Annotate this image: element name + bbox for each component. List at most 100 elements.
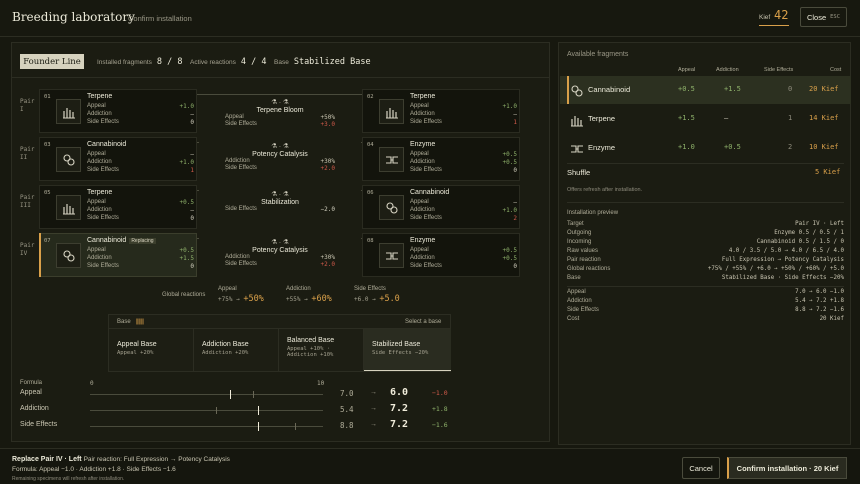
reaction-symbols-icon: ⚗ · ⚗: [271, 143, 289, 150]
global-addiction: Addiction +55% → +60%: [286, 286, 332, 304]
esc-key-hint: ESC: [830, 14, 841, 20]
fragment-slot[interactable]: 04 Enzyme Appeal +0.5 Addiction +0.5 Side …: [362, 137, 520, 181]
cannabinoid-icon: [570, 84, 583, 97]
divider: [567, 202, 844, 203]
global-side-effects: Side Effects +6.0 → +5.0: [354, 286, 400, 304]
fragment-slot[interactable]: 08 Enzyme Appeal +0.5 Addiction +0.5 Side …: [362, 233, 520, 277]
fragment-offer[interactable]: Enzyme +1.0 +0.5 2 10 Kief: [560, 134, 851, 162]
fragment-slot[interactable]: 02 Terpene Appeal +1.0 Addiction – Side Ef…: [362, 89, 520, 133]
fragment-slot[interactable]: 03 Cannabinoid Appeal – Addiction +1.0 Sid…: [39, 137, 197, 181]
formula-track: [90, 426, 323, 427]
stat-side-effects: Side Effects 1: [410, 119, 517, 126]
terpene-icon: [570, 113, 583, 127]
old-value-marker: [215, 407, 217, 414]
offer-side-effects: 1: [788, 114, 793, 122]
offer-addiction: –: [724, 114, 729, 122]
preview-row: Target Pair IV · Left: [567, 221, 844, 227]
slot-number: 06: [367, 190, 374, 196]
slot-number: 01: [44, 94, 51, 100]
fragment-offer[interactable]: Cannabinoid +0.5 +1.5 0 20 Kief: [560, 76, 851, 104]
close-label: Close: [806, 12, 827, 22]
selected-marker: [567, 76, 569, 104]
formula-label: Formula: [20, 380, 43, 386]
old-value-marker: [253, 391, 255, 398]
offer-side-effects: 0: [788, 85, 793, 93]
global-appeal: Appeal +75% → +50%: [218, 286, 264, 304]
stat-appeal: Appeal –: [410, 199, 517, 206]
kief-label: Kief: [759, 14, 771, 21]
terpene-icon: [379, 99, 404, 124]
pair-reaction: ⚗ · ⚗ Potency Catalysis Addiction +30% Sid…: [199, 142, 361, 172]
footer-title: Replace Pair IV · Left: [12, 456, 82, 463]
preview-row: Outgoing Enzyme 0.5 / 0.5 / 1: [567, 230, 844, 236]
col-side-effects: Side Effects: [764, 67, 794, 73]
stat-addiction: Addiction –: [87, 111, 194, 118]
slot-number: 07: [44, 238, 51, 244]
reaction-symbols-icon: ⚗ · ⚗: [271, 99, 289, 106]
formula-row: Side Effects 8.8 → 7.2 −1.6: [20, 419, 448, 431]
reaction-symbols-icon: ⚗ · ⚗: [271, 239, 289, 246]
fragment-slot[interactable]: 01 Terpene Appeal +1.0 Addiction – Side Ef…: [39, 89, 197, 133]
base-level-ticks: |||||||: [136, 319, 144, 325]
stat-appeal: Appeal +0.5: [410, 151, 517, 158]
reaction-effect: Side Effects +2.0: [225, 261, 335, 268]
confirm-installation-button[interactable]: Confirm installation · 20 Kief: [727, 457, 847, 479]
preview-row: Global reactions +75% / +55% / +6.0 → +50…: [567, 266, 844, 272]
stat-side-effects: Side Effects 2: [410, 215, 517, 222]
base-stat: Base Stabilized Base: [274, 57, 371, 67]
fragment-name: Terpene: [410, 93, 436, 100]
shuffle-button[interactable]: Shuffle: [567, 168, 590, 177]
slot-number: 03: [44, 142, 51, 148]
formula-scale-max: 10: [317, 380, 325, 387]
base-option[interactable]: Balanced Base Appeal +10% · Addiction +10…: [279, 329, 364, 371]
stat-addiction: Addiction +0.5: [410, 255, 517, 262]
fragment-name: Terpene: [588, 114, 616, 123]
fragment-name: Enzyme: [588, 143, 616, 152]
fragment-name: Enzyme: [410, 141, 436, 148]
base-option[interactable]: Addiction Base Addiction +20%: [194, 329, 279, 371]
lineup-panel: Founder Line Installed fragments 8 / 8 Ac…: [11, 42, 550, 442]
formula-row: Addiction 5.4 → 7.2 +1.8: [20, 403, 448, 415]
preview-row: Pair reaction Full Expression → Potency C…: [567, 257, 844, 263]
line-name-badge: Founder Line: [20, 54, 84, 69]
preview-result-row: Appeal 7.0 → 6.0 −1.0: [567, 289, 844, 295]
stat-side-effects: Side Effects 0: [410, 263, 517, 270]
base-selector-header: Base ||||||| Select a base: [109, 315, 450, 329]
new-value-marker: [257, 406, 259, 415]
fragment-slot[interactable]: 06 Cannabinoid Appeal – Addiction +1.0 Sid…: [362, 185, 520, 229]
cannabinoid-icon: [56, 243, 81, 268]
stat-side-effects: Side Effects 0: [87, 119, 194, 126]
footer-bar: Replace Pair IV · Left Pair reaction: Fu…: [0, 448, 860, 484]
fragment-slot[interactable]: 05 Terpene Appeal +0.5 Addiction – Side Ef…: [39, 185, 197, 229]
page-subtitle: Confirm installation: [128, 14, 192, 23]
offer-appeal: +0.5: [678, 85, 695, 93]
stat-appeal: Appeal +1.0: [410, 103, 517, 110]
stat-appeal: Appeal –: [87, 151, 194, 158]
reaction-effect: Side Effects +2.0: [225, 165, 335, 172]
cancel-button[interactable]: Cancel: [682, 457, 720, 479]
formula-track: [90, 394, 323, 395]
slot-number: 08: [367, 238, 374, 244]
available-fragments-title: Available fragments: [567, 51, 629, 58]
fragment-slot[interactable]: 07 Cannabinoid Replacing Appeal +0.5 Addic…: [39, 233, 197, 277]
stat-side-effects: Side Effects 1: [87, 167, 194, 174]
close-button[interactable]: Close ESC: [800, 7, 847, 27]
reaction-name: Potency Catalysis: [252, 151, 308, 158]
global-reactions-label: Global reactions: [162, 292, 206, 298]
fragments-panel: Available fragments Appeal Addiction Sid…: [558, 42, 851, 445]
stat-addiction: Addiction +0.5: [410, 159, 517, 166]
stat-appeal: Appeal +0.5: [87, 247, 194, 254]
preview-result-row: Cost 20 Kief: [567, 316, 844, 322]
slot-number: 05: [44, 190, 51, 196]
offer-addiction: +1.5: [724, 85, 741, 93]
installed-fragments-stat: Installed fragments 8 / 8: [97, 57, 183, 67]
fragment-offer[interactable]: Terpene +1.5 – 1 14 Kief: [560, 105, 851, 133]
pair-label: Pair I: [20, 98, 35, 113]
base-option[interactable]: Stabilized Base Side Effects −20%: [364, 329, 451, 371]
terpene-icon: [56, 195, 81, 220]
base-option[interactable]: Appeal Base Appeal +20%: [109, 329, 194, 371]
offer-cost: 14 Kief: [809, 114, 839, 122]
divider: [567, 163, 844, 164]
shuffle-cost: 5 Kief: [815, 168, 841, 176]
divider: [567, 286, 844, 287]
